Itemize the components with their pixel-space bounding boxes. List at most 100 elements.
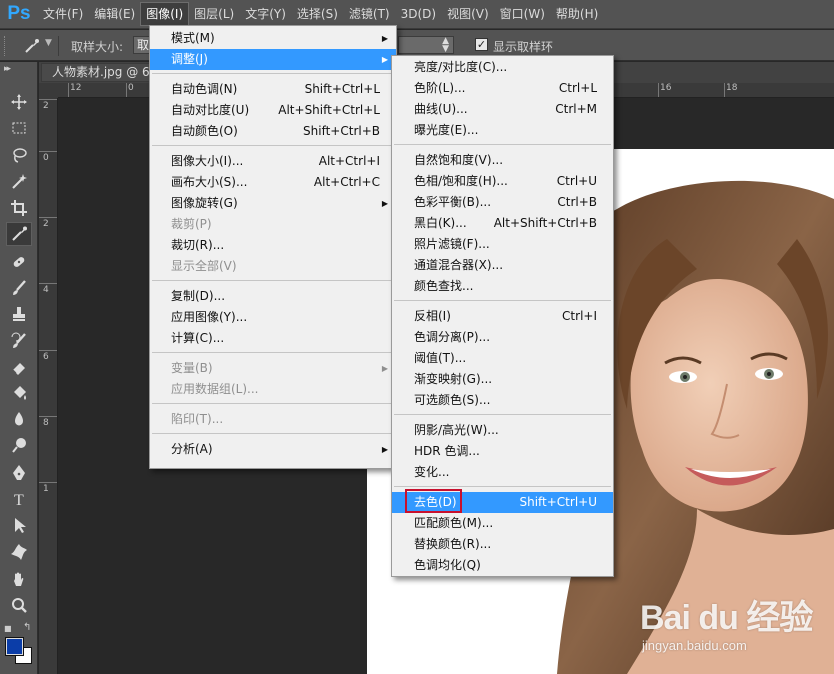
options-bar-grip[interactable]	[4, 36, 8, 56]
menu-separator	[152, 280, 394, 281]
show-sampling-ring-checkbox[interactable]: ✓	[475, 38, 488, 51]
menu-item-shortcut: Alt+Ctrl+C	[313, 175, 380, 189]
ruler-tick	[39, 350, 57, 351]
image-menu-dropdown: 模式(M) ▶ 调整(J) ▶ 自动色调(N) Shift+Ctrl+L 自动对比度(U) A…	[149, 25, 397, 469]
menu-item[interactable]: 色调均化(Q)	[392, 555, 613, 576]
menubar-item-1[interactable]: 编辑(E)	[89, 3, 140, 25]
menubar-item-8[interactable]: 视图(V)	[442, 3, 494, 25]
menubar-item-9[interactable]: 窗口(W)	[495, 3, 550, 25]
paint-bucket-icon[interactable]	[6, 381, 32, 405]
toolbox-collapse-icon[interactable]: ▸▸	[4, 64, 11, 74]
menu-item[interactable]: 裁切(R)...	[150, 235, 396, 256]
history-brush-icon[interactable]	[6, 329, 32, 353]
dodge-icon[interactable]	[6, 433, 32, 457]
menu-item-label: 调整(J)	[171, 52, 208, 66]
menu-item[interactable]: 可选颜色(S)...	[392, 390, 613, 411]
menu-item[interactable]: 复制(D)...	[150, 286, 396, 307]
custom-shape-icon[interactable]	[6, 540, 32, 564]
menu-item-shortcut: Ctrl+B	[557, 195, 597, 209]
menu-item[interactable]: 画布大小(S)... Alt+Ctrl+C	[150, 172, 396, 193]
menu-separator	[152, 403, 394, 404]
menu-item[interactable]: 计算(C)...	[150, 328, 396, 349]
menu-item[interactable]: 渐变映射(G)...	[392, 369, 613, 390]
menu-item[interactable]: 曲线(U)... Ctrl+M	[392, 99, 613, 120]
menu-item[interactable]: 自动色调(N) Shift+Ctrl+L	[150, 79, 396, 100]
menubar-item-10[interactable]: 帮助(H)	[551, 3, 603, 25]
menu-item[interactable]: 黑白(K)... Alt+Shift+Ctrl+B	[392, 213, 613, 234]
sample-size-select-right[interactable]: ▲ ▼	[398, 36, 454, 54]
document-tab[interactable]: 人物素材.jpg @ 66	[41, 63, 161, 82]
swap-colors-icon[interactable]: ↰	[23, 622, 31, 633]
menubar-item-4[interactable]: 文字(Y)	[240, 3, 291, 25]
zoom-icon[interactable]	[6, 593, 32, 617]
menu-item-label: 分析(A)	[171, 442, 213, 456]
submenu-arrow-icon: ▶	[381, 199, 388, 208]
crop-icon[interactable]	[6, 196, 32, 220]
menu-item-label: 渐变映射(G)...	[414, 372, 493, 386]
ruler-tick	[39, 151, 57, 152]
menu-item[interactable]: 色阶(L)... Ctrl+L	[392, 78, 613, 99]
menu-item[interactable]: 分析(A) ▶	[150, 439, 396, 460]
brush-icon[interactable]	[6, 276, 32, 300]
menu-item[interactable]: 照片滤镜(F)...	[392, 234, 613, 255]
menu-item-label: 色调均化(Q)	[414, 558, 481, 572]
lasso-icon[interactable]	[6, 143, 32, 167]
ruler-tick	[126, 83, 127, 97]
ruler-origin[interactable]	[39, 83, 58, 98]
pen-icon[interactable]	[6, 461, 32, 485]
menu-item[interactable]: 替换颜色(R)...	[392, 534, 613, 555]
menu-item: 显示全部(V)	[150, 256, 396, 277]
foreground-color-swatch[interactable]	[5, 637, 24, 656]
healing-brush-icon[interactable]	[6, 250, 32, 274]
menu-item[interactable]: 模式(M) ▶	[150, 28, 396, 49]
default-colors-icon[interactable]: ■	[4, 624, 12, 633]
menu-item[interactable]: 亮度/对比度(C)...	[392, 57, 613, 78]
move-icon[interactable]	[6, 90, 32, 114]
menu-item[interactable]: 反相(I) Ctrl+I	[392, 306, 613, 327]
menubar-item-7[interactable]: 3D(D)	[396, 3, 441, 25]
marquee-icon[interactable]	[6, 116, 32, 140]
menu-item[interactable]: 匹配颜色(M)...	[392, 513, 613, 534]
menu-item[interactable]: 阈值(T)...	[392, 348, 613, 369]
ruler-tick	[39, 99, 57, 100]
menu-item[interactable]: 色彩平衡(B)... Ctrl+B	[392, 192, 613, 213]
menubar-item-5[interactable]: 选择(S)	[292, 3, 343, 25]
menu-item[interactable]: 图像大小(I)... Alt+Ctrl+I	[150, 151, 396, 172]
menubar-item-0[interactable]: 文件(F)	[38, 3, 88, 25]
menu-item[interactable]: 色调分离(P)...	[392, 327, 613, 348]
ruler-tick	[68, 83, 69, 97]
eyedropper-icon[interactable]	[22, 36, 42, 56]
type-icon[interactable]: T	[6, 487, 32, 511]
ruler-label: 4	[43, 285, 49, 295]
menu-item: 应用数据组(L)...	[150, 379, 396, 400]
tool-preset-caret-icon[interactable]: ▼	[45, 38, 52, 48]
eyedropper-icon[interactable]	[6, 222, 32, 246]
menu-item[interactable]: 阴影/高光(W)...	[392, 420, 613, 441]
clone-stamp-icon[interactable]	[6, 302, 32, 326]
menu-separator	[394, 300, 611, 301]
menu-item[interactable]: 自动颜色(O) Shift+Ctrl+B	[150, 121, 396, 142]
menu-item[interactable]: 自然饱和度(V)...	[392, 150, 613, 171]
menu-item[interactable]: 色相/饱和度(H)... Ctrl+U	[392, 171, 613, 192]
baidu-jingyan-watermark: Bai du 经验 jingyan.baidu.com	[640, 590, 830, 660]
menubar-item-3[interactable]: 图层(L)	[189, 3, 239, 25]
menu-item[interactable]: 图像旋转(G) ▶	[150, 193, 396, 214]
menu-item[interactable]: 应用图像(Y)...	[150, 307, 396, 328]
menu-item-shortcut: Shift+Ctrl+B	[303, 124, 380, 138]
menubar-item-2[interactable]: 图像(I)	[140, 2, 190, 26]
menu-item[interactable]: 颜色查找...	[392, 276, 613, 297]
menu-item[interactable]: 变化...	[392, 462, 613, 483]
menu-item[interactable]: 自动对比度(U) Alt+Shift+Ctrl+L	[150, 100, 396, 121]
hand-icon[interactable]	[6, 567, 32, 591]
menu-item[interactable]: HDR 色调...	[392, 441, 613, 462]
magic-wand-icon[interactable]	[6, 169, 32, 193]
menu-item-shortcut: Alt+Shift+Ctrl+L	[278, 103, 380, 117]
menu-item-label: 阈值(T)...	[414, 351, 467, 365]
menu-item[interactable]: 通道混合器(X)...	[392, 255, 613, 276]
menubar-item-6[interactable]: 滤镜(T)	[344, 3, 395, 25]
menu-item[interactable]: 调整(J) ▶	[150, 49, 396, 70]
eraser-icon[interactable]	[6, 355, 32, 379]
blur-icon[interactable]	[6, 407, 32, 431]
path-select-icon[interactable]	[6, 513, 32, 537]
menu-item[interactable]: 曝光度(E)...	[392, 120, 613, 141]
